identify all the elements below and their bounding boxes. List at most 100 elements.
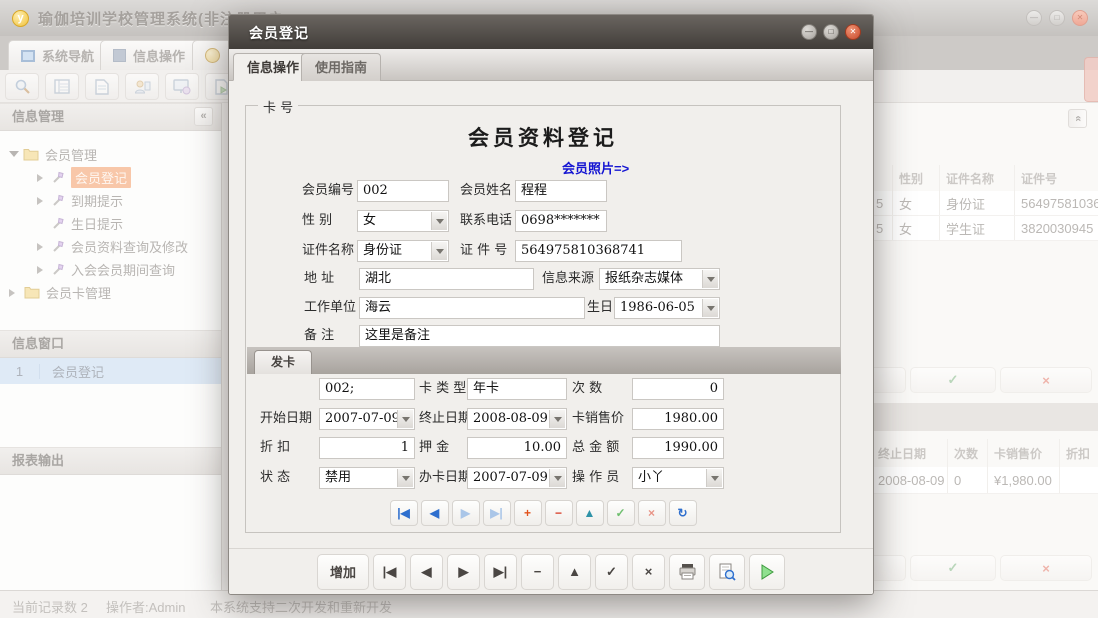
remark-input[interactable]: 这里是备注 [359, 325, 720, 347]
gender-select[interactable]: 女 [357, 210, 449, 232]
delete-record-button[interactable]: − [521, 554, 554, 590]
id-no-input[interactable]: 564975810368741 [515, 240, 682, 262]
dropdown-arrow-icon[interactable] [702, 270, 718, 288]
issue-date-select[interactable]: 2007-07-09 [467, 467, 567, 489]
last-record-button[interactable]: ▶| [484, 554, 517, 590]
card-no-input[interactable]: 002; [319, 378, 415, 400]
edit-record-button[interactable]: ▲ [558, 554, 591, 590]
col-id-no[interactable]: 证件号 [1015, 165, 1098, 191]
dropdown-arrow-icon[interactable] [431, 242, 447, 260]
col-card-price[interactable]: 卡销售价 [988, 439, 1060, 467]
dropdown-arrow-icon[interactable] [431, 212, 447, 230]
post-record-button[interactable]: ✓ [595, 554, 628, 590]
expanded-arrow-icon[interactable] [9, 151, 19, 162]
panel-collapse-up-button[interactable]: « [1068, 109, 1087, 128]
sidebar-collapse-button[interactable]: « [194, 107, 213, 126]
tree-item-card-manage[interactable]: 会员卡管理 [0, 281, 221, 304]
nav-first-button[interactable]: |◀ [390, 500, 418, 526]
nav-delete-button[interactable]: − [545, 500, 573, 526]
deposit-input[interactable]: 10.00 [467, 437, 567, 459]
address-input[interactable]: 湖北 [359, 268, 534, 290]
dialog-titlebar[interactable]: 会员登记 — □ ✕ [229, 15, 873, 49]
end-date-select[interactable]: 2008-08-09 [467, 408, 567, 430]
member-photo-link[interactable]: 会员照片=> [562, 158, 629, 177]
member-button[interactable] [125, 73, 159, 100]
col-id-type[interactable]: 证件名称 [940, 165, 1015, 191]
work-unit-input[interactable]: 海云 [359, 297, 585, 319]
card-price-input[interactable]: 1980.00 [632, 408, 724, 430]
tree-item-member-manage[interactable]: 会员管理 [0, 143, 221, 166]
nav-last-button[interactable]: ▶| [483, 500, 511, 526]
nav-prev-button[interactable]: ◀ [421, 500, 449, 526]
monitor-button[interactable] [165, 73, 199, 100]
dropdown-arrow-icon[interactable] [397, 469, 413, 487]
start-date-select[interactable]: 2007-07-09 [319, 408, 415, 430]
dropdown-arrow-icon[interactable] [397, 410, 413, 428]
collapsed-arrow-icon[interactable] [37, 243, 47, 251]
nav-next-button[interactable]: ▶ [452, 500, 480, 526]
prev-record-button[interactable]: ◀ [410, 554, 443, 590]
dialog-tab-guide[interactable]: 使用指南 [301, 53, 381, 81]
table-row[interactable]: 5 女 身份证 56497581036 [874, 191, 1098, 216]
collapsed-arrow-icon[interactable] [37, 266, 47, 274]
collapsed-arrow-icon[interactable] [37, 174, 47, 182]
nav-post-button[interactable]: ✓ [607, 500, 635, 526]
operator-select[interactable]: 小丫 [632, 467, 724, 489]
run-button[interactable] [749, 554, 785, 590]
tree-item-expiry-reminder[interactable]: 到期提示 [0, 189, 221, 212]
tree-item-birthday-reminder[interactable]: 生日提示 [0, 212, 221, 235]
dropdown-arrow-icon[interactable] [549, 410, 565, 428]
add-record-button[interactable]: 增加 [317, 554, 369, 590]
nav-add-button[interactable]: + [514, 500, 542, 526]
id-type-select[interactable]: 身份证 [357, 240, 449, 262]
phone-input[interactable]: 0698******* [515, 210, 607, 232]
main-maximize-button[interactable]: □ [1049, 10, 1065, 26]
dropdown-arrow-icon[interactable] [549, 469, 565, 487]
print-button[interactable] [669, 554, 705, 590]
card-type-input[interactable]: 年卡 [467, 378, 567, 400]
next-record-button[interactable]: ▶ [447, 554, 480, 590]
times-input[interactable]: 0 [632, 378, 724, 400]
collapsed-arrow-icon[interactable] [37, 197, 47, 205]
background-cancel-button[interactable]: × [1000, 555, 1092, 581]
main-close-button[interactable]: ✕ [1072, 10, 1088, 26]
col-end-date[interactable]: 终止日期 [874, 439, 948, 467]
dialog-minimize-button[interactable]: — [801, 24, 817, 40]
table-row[interactable]: 2008-08-09 0 ¥1,980.00 [874, 467, 1098, 494]
tree-item-member-query-modify[interactable]: 会员资料查询及修改 [0, 235, 221, 258]
tab-info-operation[interactable]: 信息操作 [100, 40, 198, 70]
print-preview-button[interactable] [709, 554, 745, 590]
status-select[interactable]: 禁用 [319, 467, 415, 489]
background-confirm-button[interactable]: ✓ [910, 367, 996, 393]
member-name-input[interactable]: 程程 [515, 180, 607, 202]
list-button[interactable] [45, 73, 79, 100]
member-no-input[interactable]: 002 [357, 180, 449, 202]
background-cancel-button[interactable]: × [1000, 367, 1092, 393]
total-input[interactable]: 1990.00 [632, 437, 724, 459]
tree-item-join-period-query[interactable]: 入会会员期间查询 [0, 258, 221, 281]
nav-cancel-button[interactable]: × [638, 500, 666, 526]
tab-system-nav[interactable]: 系统导航 [8, 40, 107, 70]
nav-edit-button[interactable]: ▲ [576, 500, 604, 526]
discount-input[interactable]: 1 [319, 437, 415, 459]
tree-item-member-register[interactable]: 会员登记 [0, 166, 221, 189]
col-gender[interactable]: 性别 [893, 165, 940, 191]
main-minimize-button[interactable]: — [1026, 10, 1042, 26]
nav-refresh-button[interactable]: ↻ [669, 500, 697, 526]
cancel-record-button[interactable]: × [632, 554, 665, 590]
search-button[interactable] [5, 73, 39, 100]
open-window-row[interactable]: 1 会员登记 [0, 358, 221, 384]
background-confirm-button[interactable]: ✓ [910, 555, 996, 581]
dialog-maximize-button[interactable]: □ [823, 24, 839, 40]
dialog-close-button[interactable]: ✕ [845, 24, 861, 40]
table-row[interactable]: 5 女 学生证 3820030945 [874, 216, 1098, 241]
col-times[interactable]: 次数 [948, 439, 988, 467]
first-record-button[interactable]: |◀ [373, 554, 406, 590]
collapsed-arrow-icon[interactable] [9, 289, 19, 297]
dropdown-arrow-icon[interactable] [706, 469, 722, 487]
card-issue-tab[interactable]: 发卡 [254, 350, 312, 374]
document-button[interactable] [85, 73, 119, 100]
birthday-select[interactable]: 1986-06-05 [614, 297, 720, 319]
info-source-select[interactable]: 报纸杂志媒体 [599, 268, 720, 290]
dropdown-arrow-icon[interactable] [702, 299, 718, 317]
